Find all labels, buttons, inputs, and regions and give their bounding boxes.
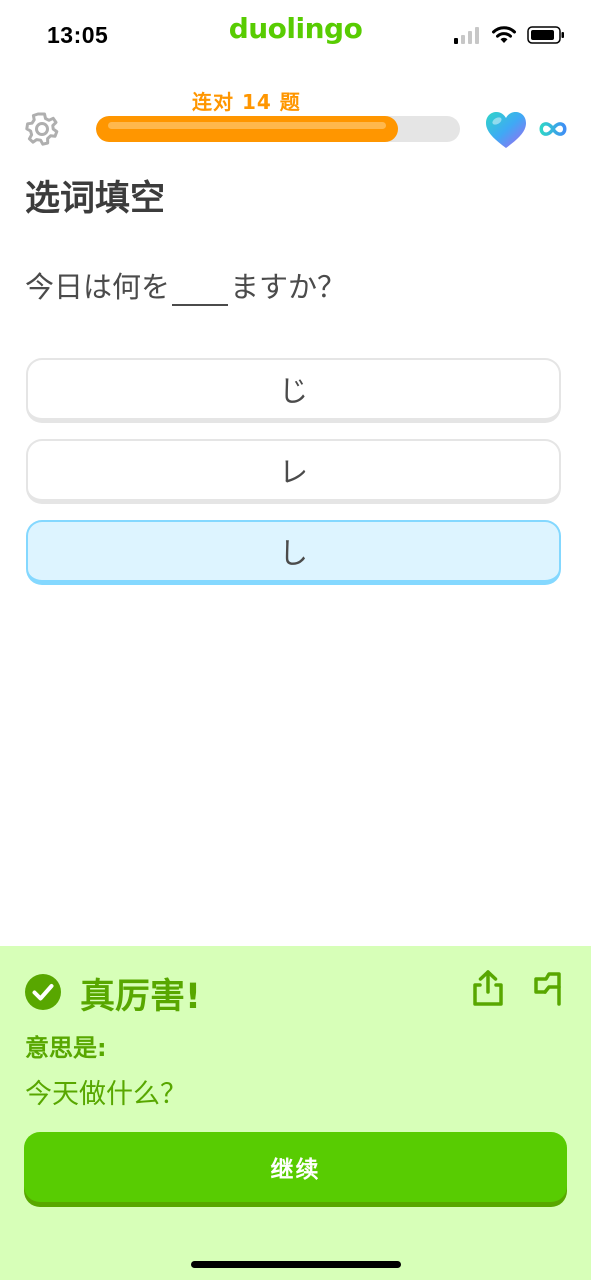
status-icons — [453, 25, 565, 45]
feedback-title: 真厉害! — [80, 977, 201, 1017]
home-indicator — [191, 1261, 401, 1268]
check-circle-icon — [25, 974, 61, 1010]
meaning-label: 意思是: — [25, 1034, 107, 1062]
battery-icon — [527, 26, 564, 44]
progress-fill — [96, 116, 398, 142]
heart-icon[interactable] — [484, 110, 528, 150]
sentence-after: ますか？ — [230, 270, 347, 304]
answer-option[interactable]: レ — [26, 439, 561, 504]
streak-label: 连对 14 题 — [192, 90, 301, 114]
share-icon[interactable] — [470, 968, 506, 1008]
sentence: 今日は何を ますか？ — [25, 260, 346, 306]
infinity-icon — [539, 122, 567, 136]
meaning-text: 今天做什么？ — [25, 1079, 187, 1110]
answer-option[interactable]: じ — [26, 358, 561, 423]
exercise-title: 选词填空 — [25, 179, 166, 219]
answer-option[interactable]: し — [26, 520, 561, 585]
continue-button[interactable]: 继续 — [24, 1132, 567, 1202]
gear-icon[interactable] — [24, 111, 60, 147]
signal-icon — [454, 27, 479, 44]
sentence-before: 今日は何を — [25, 270, 171, 304]
wifi-icon — [492, 26, 516, 43]
lesson-progress-bar — [96, 116, 460, 142]
progress-shine — [108, 122, 386, 129]
flag-icon[interactable] — [532, 970, 566, 1006]
sentence-blank — [172, 260, 229, 306]
status-bar: 13:05 duolingo — [0, 0, 591, 70]
